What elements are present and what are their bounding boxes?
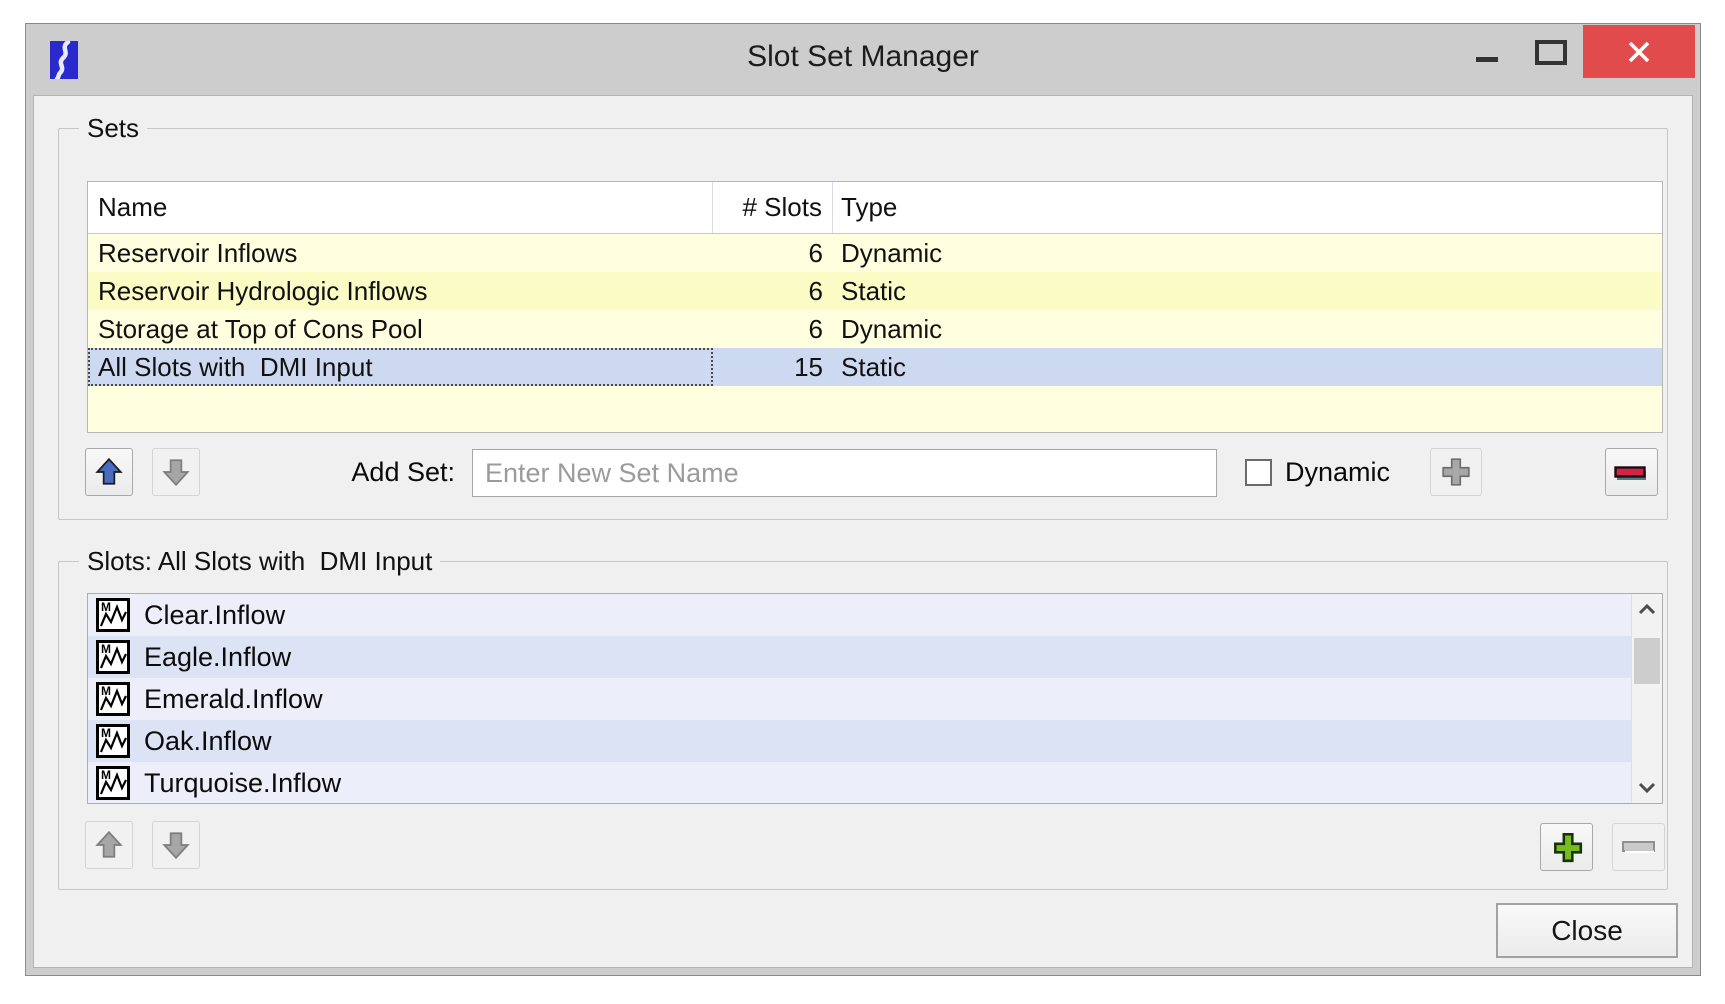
series-slot-icon: M xyxy=(96,724,130,758)
arrow-down-icon xyxy=(161,830,191,860)
set-slot-count-cell: 6 xyxy=(713,234,833,272)
slot-set-manager-dialog: Slot Set Manager Sets Name # Slots xyxy=(25,23,1701,976)
title-bar[interactable]: Slot Set Manager xyxy=(26,24,1700,95)
add-set-label: Add Set: xyxy=(259,448,455,496)
chevron-up-icon xyxy=(1638,603,1656,615)
series-slot-icon: M xyxy=(96,640,130,674)
svg-text:M: M xyxy=(101,768,111,782)
move-set-up-button[interactable] xyxy=(85,448,133,496)
dynamic-checkbox-label: Dynamic xyxy=(1285,448,1390,496)
set-name-cell: Reservoir Inflows xyxy=(88,234,713,272)
column-header-type[interactable]: Type xyxy=(833,182,1662,233)
slots-group-label: Slots: All Slots with DMI Input xyxy=(79,545,440,577)
scrollbar-up-button[interactable] xyxy=(1632,594,1662,624)
set-slot-count-cell: 6 xyxy=(713,310,833,348)
remove-slot-button[interactable] xyxy=(1612,823,1665,871)
chevron-down-icon xyxy=(1638,782,1656,794)
dynamic-checkbox[interactable] xyxy=(1245,459,1272,486)
minus-icon xyxy=(1614,462,1650,482)
slot-list-item[interactable]: M Emerald.Inflow xyxy=(88,678,1662,720)
slot-list-item[interactable]: M Oak.Inflow xyxy=(88,720,1662,762)
svg-text:M: M xyxy=(101,600,111,614)
slots-list-body: M Clear.Inflow M Eagle.Inflow M Emerald.… xyxy=(88,594,1662,804)
arrow-up-icon xyxy=(94,830,124,860)
maximize-icon xyxy=(1535,40,1567,65)
slots-groupbox: Slots: All Slots with DMI Input M Clear.… xyxy=(58,561,1668,890)
set-row[interactable]: Reservoir Inflows6Dynamic xyxy=(88,234,1662,272)
window-title: Slot Set Manager xyxy=(26,24,1700,90)
set-row[interactable]: Reservoir Hydrologic Inflows6Static xyxy=(88,272,1662,310)
minimize-button[interactable] xyxy=(1455,25,1519,78)
set-row[interactable]: All Slots with DMI Input15Static xyxy=(88,348,1662,386)
add-slot-button[interactable] xyxy=(1540,823,1593,871)
set-type-cell: Dynamic xyxy=(833,234,1662,272)
series-slot-icon: M xyxy=(96,682,130,716)
arrow-up-icon xyxy=(94,457,124,487)
series-slot-icon: M xyxy=(96,766,130,800)
close-button[interactable]: Close xyxy=(1496,903,1678,958)
scrollbar-track[interactable] xyxy=(1632,624,1662,773)
add-set-button[interactable] xyxy=(1430,448,1482,496)
slots-scrollbar[interactable] xyxy=(1631,594,1662,803)
dialog-content: Sets Name # Slots Type Reservoir Inflows… xyxy=(33,95,1693,968)
sets-groupbox: Sets Name # Slots Type Reservoir Inflows… xyxy=(58,128,1668,520)
move-slot-down-button[interactable] xyxy=(152,821,200,869)
set-name-cell: All Slots with DMI Input xyxy=(88,348,713,386)
set-slot-count-cell: 6 xyxy=(713,272,833,310)
window-controls xyxy=(1455,25,1695,78)
scrollbar-down-button[interactable] xyxy=(1632,773,1662,803)
column-header-name[interactable]: Name xyxy=(88,182,713,233)
slot-name-label: Clear.Inflow xyxy=(144,600,285,631)
minimize-icon xyxy=(1476,57,1498,62)
plus-icon xyxy=(1550,830,1584,864)
minus-icon xyxy=(1621,839,1657,855)
slot-list-item[interactable]: M Turquoise.Inflow xyxy=(88,762,1662,804)
move-set-down-button[interactable] xyxy=(152,448,200,496)
slot-list-item[interactable]: M Eagle.Inflow xyxy=(88,636,1662,678)
new-set-name-input[interactable] xyxy=(472,449,1217,497)
slot-name-label: Eagle.Inflow xyxy=(144,642,291,673)
scrollbar-thumb[interactable] xyxy=(1634,638,1660,684)
sets-table: Name # Slots Type Reservoir Inflows6Dyna… xyxy=(87,181,1663,433)
set-row[interactable]: Storage at Top of Cons Pool6Dynamic xyxy=(88,310,1662,348)
maximize-button[interactable] xyxy=(1519,25,1583,78)
slot-name-label: Turquoise.Inflow xyxy=(144,768,341,799)
set-type-cell: Static xyxy=(833,272,1662,310)
sets-table-header: Name # Slots Type xyxy=(88,182,1662,234)
set-name-cell: Storage at Top of Cons Pool xyxy=(88,310,713,348)
window-close-button[interactable] xyxy=(1583,25,1695,78)
slot-list-item[interactable]: M Clear.Inflow xyxy=(88,594,1662,636)
sets-group-label: Sets xyxy=(79,112,147,144)
slot-name-label: Emerald.Inflow xyxy=(144,684,323,715)
slot-name-label: Oak.Inflow xyxy=(144,726,272,757)
slots-list: M Clear.Inflow M Eagle.Inflow M Emerald.… xyxy=(87,593,1663,804)
svg-text:M: M xyxy=(101,726,111,740)
svg-text:M: M xyxy=(101,642,111,656)
remove-set-button[interactable] xyxy=(1605,448,1658,496)
set-name-cell: Reservoir Hydrologic Inflows xyxy=(88,272,713,310)
set-slot-count-cell: 15 xyxy=(713,348,833,386)
svg-text:M: M xyxy=(101,684,111,698)
plus-icon xyxy=(1440,456,1472,488)
sets-table-body: Reservoir Inflows6DynamicReservoir Hydro… xyxy=(88,234,1662,386)
set-type-cell: Static xyxy=(833,348,1662,386)
close-icon xyxy=(1626,40,1652,64)
arrow-down-icon xyxy=(161,457,191,487)
column-header-slots[interactable]: # Slots xyxy=(713,182,833,233)
series-slot-icon: M xyxy=(96,598,130,632)
move-slot-up-button[interactable] xyxy=(85,821,133,869)
set-type-cell: Dynamic xyxy=(833,310,1662,348)
